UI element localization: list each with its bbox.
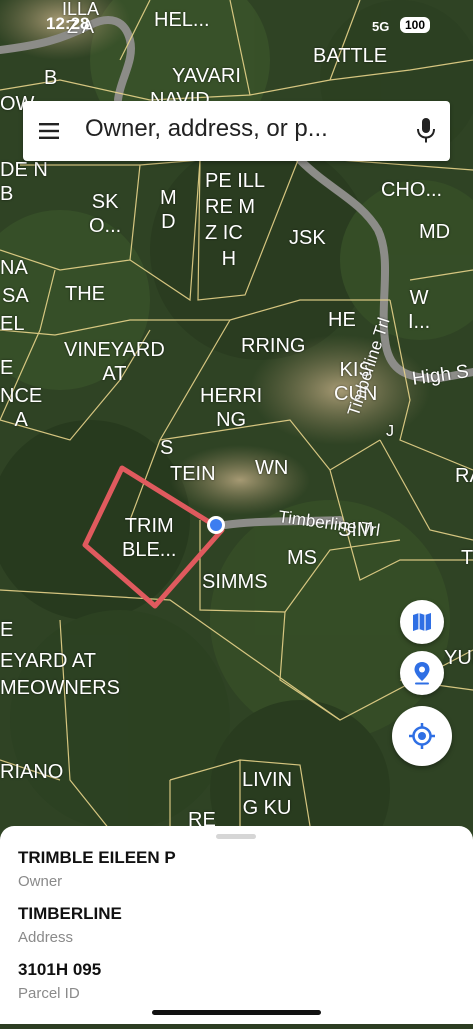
parcel-label[interactable]: BATTLE	[313, 44, 387, 68]
status-time: 12:28	[46, 14, 90, 33]
map-layers-button[interactable]	[400, 600, 444, 644]
sheet-drag-handle[interactable]	[216, 834, 256, 839]
parcel-label[interactable]: B	[44, 66, 57, 90]
status-network: 5G	[372, 19, 390, 34]
parcel-label[interactable]: MS	[287, 546, 317, 570]
menu-icon[interactable]	[39, 123, 59, 139]
parcel-label[interactable]: RA	[455, 464, 473, 488]
parcel-label[interactable]: HE	[328, 308, 356, 332]
parcel-label[interactable]: RIANO	[0, 760, 63, 784]
parcel-info-sheet[interactable]: TRIMBLE EILEEN P Owner TIMBERLINE Addres…	[0, 826, 473, 1024]
parcel-label[interactable]: YUK	[444, 646, 473, 670]
my-location-icon	[409, 723, 435, 749]
battery-icon: 100	[400, 17, 431, 33]
parcel-label[interactable]: CHO...	[381, 178, 442, 202]
my-location-button[interactable]	[392, 706, 452, 766]
parcel-label[interactable]: EYARD AT MEOWNERS	[0, 648, 120, 702]
parcel-label[interactable]: NA	[0, 256, 28, 280]
owner-caption: Owner	[18, 873, 63, 890]
parcel-label[interactable]: E	[0, 618, 13, 642]
parcel-label[interactable]: DE N	[0, 158, 48, 182]
search-input[interactable]: Owner, address, or p...	[85, 115, 328, 143]
parcel-label[interactable]: LIVIN G KU	[242, 766, 292, 822]
parcel-id-caption: Parcel ID	[18, 985, 80, 1002]
parcel-label[interactable]: SK O...	[89, 190, 121, 238]
parcel-label[interactable]: RRING	[241, 334, 305, 358]
parcel-label[interactable]: M D	[160, 186, 177, 234]
parcel-label[interactable]: W I...	[408, 286, 430, 334]
map-icon	[413, 613, 431, 631]
current-location-dot	[210, 519, 222, 531]
parcel-id-value: 3101H 095	[18, 960, 102, 979]
parcel-label[interactable]: YAVARI	[172, 64, 241, 88]
parcel-label[interactable]: J	[386, 420, 394, 444]
search-bar[interactable]: Owner, address, or p...	[23, 101, 450, 161]
parcel-label[interactable]: JSK	[289, 226, 326, 250]
address-value: TIMBERLINE	[18, 904, 122, 923]
parcel-label[interactable]: TEIN	[170, 462, 216, 486]
microphone-icon[interactable]	[416, 118, 436, 144]
parcel-label[interactable]: SA	[2, 284, 29, 308]
selected-parcel-label[interactable]: TRIM BLE...	[122, 514, 176, 562]
parcel-label[interactable]: NCE A	[0, 384, 42, 432]
home-indicator[interactable]	[152, 1010, 321, 1015]
parcel-label[interactable]: S	[160, 436, 173, 460]
parcel-label[interactable]: SIMMS	[202, 570, 268, 594]
parcel-label[interactable]: MD	[419, 220, 450, 244]
parcel-label[interactable]: PE ILL RE M Z IC H	[205, 168, 265, 272]
parcel-label[interactable]: WN	[255, 456, 288, 480]
parcel-label[interactable]: B	[0, 182, 13, 206]
drop-pin-button[interactable]	[400, 651, 444, 695]
parcel-label[interactable]: T	[461, 546, 473, 570]
location-pin-icon	[414, 662, 430, 685]
parcel-label[interactable]: HERRI NG	[200, 384, 262, 432]
parcel-label[interactable]: VINEYARD AT	[64, 338, 165, 386]
parcel-label[interactable]: HEL...	[154, 8, 210, 32]
parcel-label[interactable]: THE	[65, 282, 105, 306]
parcel-label[interactable]: EL	[0, 312, 24, 336]
parcel-label[interactable]: E	[0, 356, 13, 380]
address-caption: Address	[18, 929, 74, 946]
owner-value: TRIMBLE EILEEN P	[18, 848, 176, 867]
